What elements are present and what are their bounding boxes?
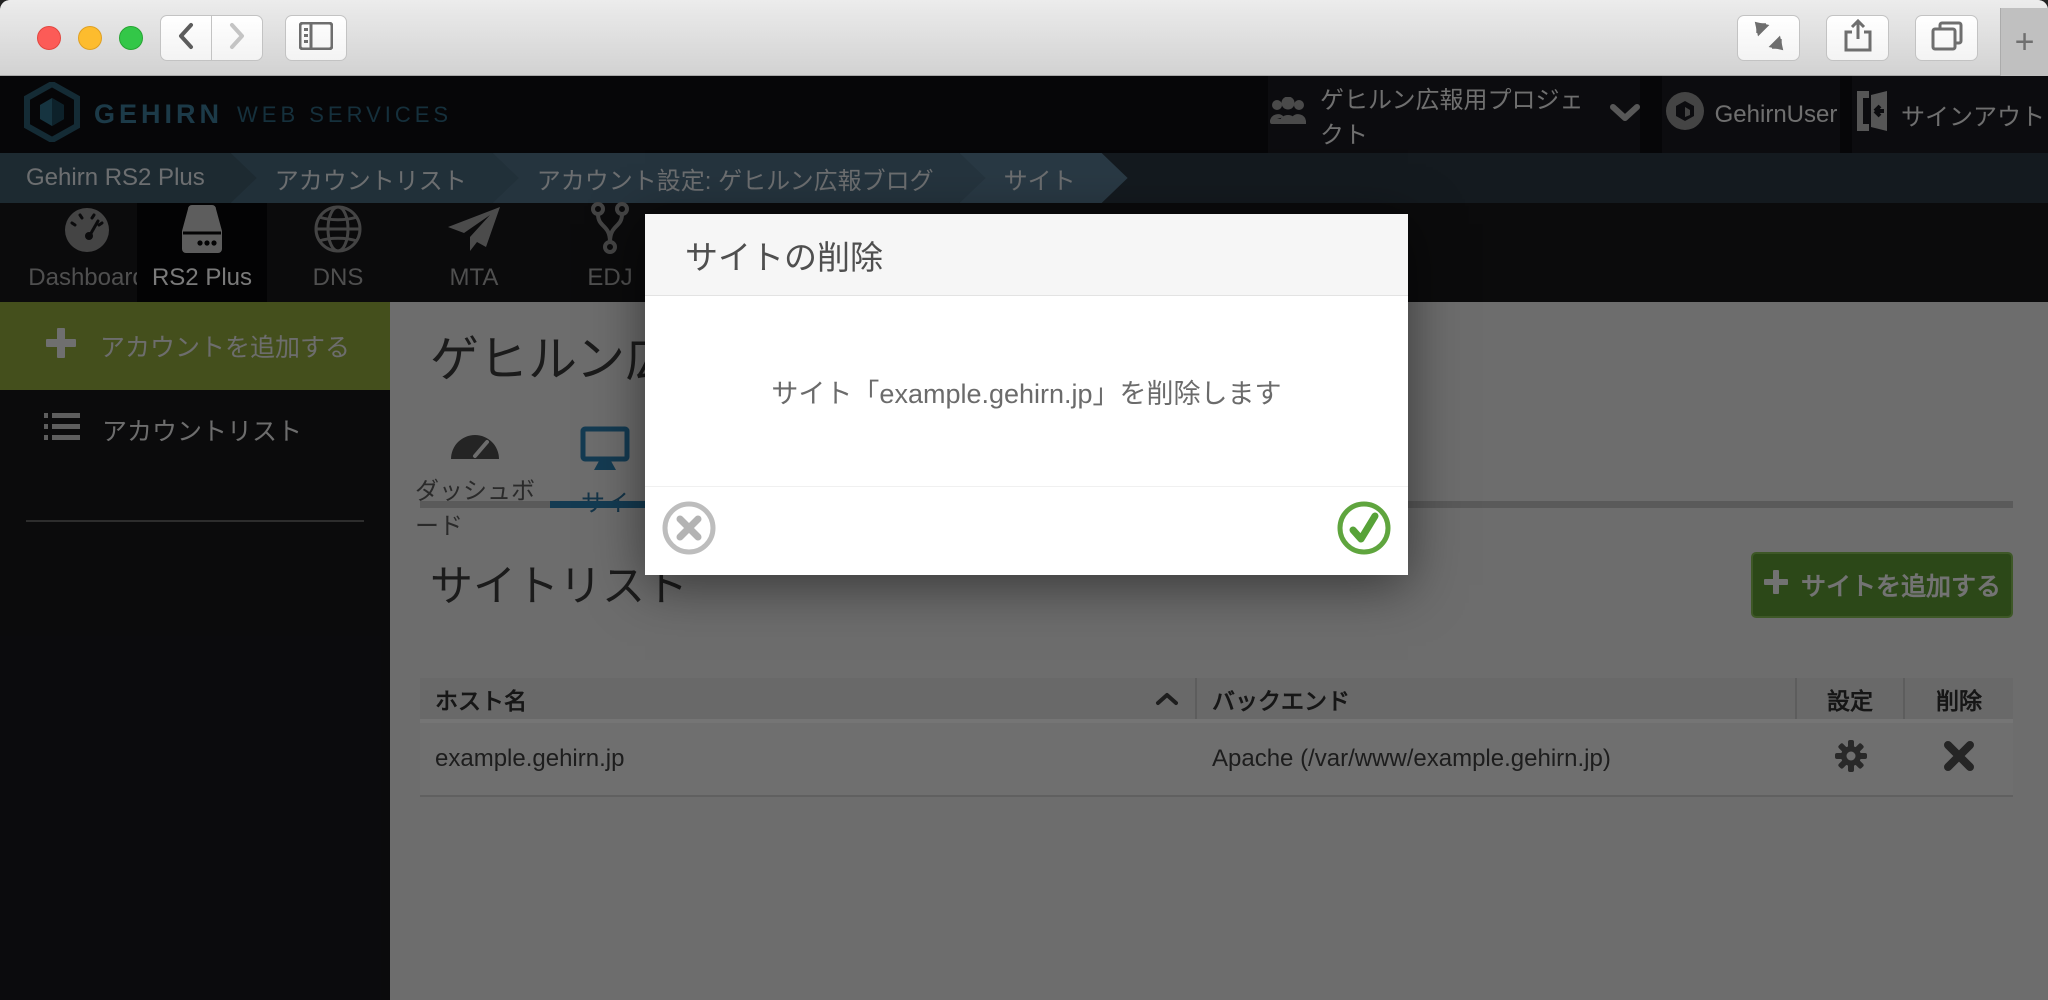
forward-button[interactable]	[211, 15, 263, 61]
dialog-cancel-button[interactable]	[661, 503, 717, 559]
share-icon	[1843, 19, 1873, 58]
chevron-right-icon	[226, 21, 248, 56]
sidebar-toggle-icon	[299, 22, 333, 55]
dialog-title: サイトの削除	[685, 231, 883, 279]
tabs-overview-icon	[1931, 21, 1963, 56]
dialog-confirm-button[interactable]	[1336, 503, 1392, 559]
delete-site-dialog: サイトの削除 サイト「example.gehirn.jp」を削除します	[645, 214, 1408, 575]
browser-toolbar: +	[0, 0, 2048, 76]
window-minimize-button[interactable]	[78, 26, 102, 50]
dialog-message: サイト「example.gehirn.jp」を削除します	[771, 372, 1281, 486]
history-buttons	[160, 15, 263, 61]
dialog-body: サイト「example.gehirn.jp」を削除します	[645, 296, 1408, 486]
dialog-footer	[645, 486, 1408, 574]
circle-x-icon	[661, 500, 717, 561]
fullscreen-icon	[1754, 21, 1784, 56]
dialog-header: サイトの削除	[645, 214, 1408, 296]
plus-icon: +	[2015, 23, 2035, 62]
window-zoom-button[interactable]	[119, 26, 143, 50]
tab-overview-button[interactable]	[1915, 15, 1978, 61]
new-tab-button[interactable]: +	[2000, 8, 2048, 76]
fullscreen-button[interactable]	[1737, 15, 1800, 61]
back-button[interactable]	[160, 15, 212, 61]
app-window: + GEHIRN WEB SERVICES	[0, 0, 2048, 1000]
window-close-button[interactable]	[37, 26, 61, 50]
share-button[interactable]	[1826, 15, 1889, 61]
chevron-left-icon	[175, 21, 197, 56]
sidebar-toggle-button[interactable]	[285, 15, 347, 61]
circle-check-icon	[1336, 500, 1392, 561]
